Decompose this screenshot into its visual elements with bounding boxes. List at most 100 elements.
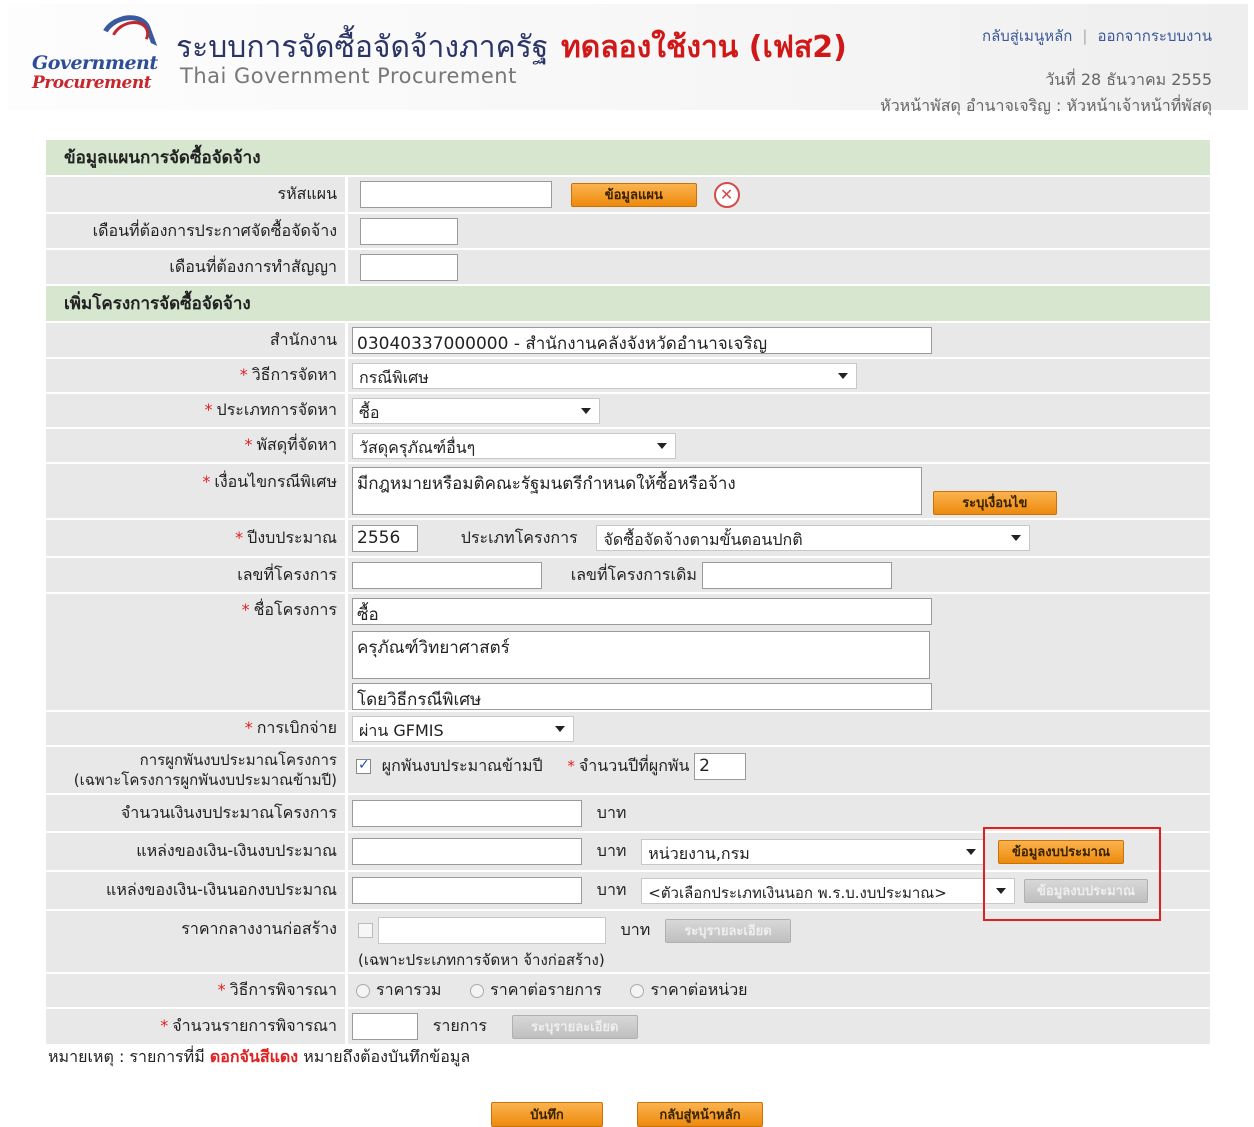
project-name-line1-input[interactable]: ซื้อ — [352, 598, 932, 625]
contract-month-label: เดือนที่ต้องการทำสัญญา — [46, 250, 348, 286]
chevron-down-icon — [581, 407, 591, 414]
project-number-label: เลขที่โครงการ — [46, 558, 348, 594]
consider-detail-button[interactable]: ระบุรายละเอียด — [511, 1014, 638, 1039]
consider-per-unit-radio[interactable] — [630, 983, 645, 998]
binding-years-input[interactable]: 2 — [694, 753, 747, 780]
app-title-english: Thai Government Procurement — [180, 64, 517, 88]
required-asterisk: * — [160, 1016, 169, 1035]
consider-per-item-label: ราคาต่อรายการ — [490, 980, 602, 999]
source-budget-select[interactable]: หน่วยงาน,กรม — [641, 838, 986, 865]
page-header: Government Procurement ระบบการจัดซื้อจัด… — [8, 4, 1248, 115]
construction-hint: (เฉพาะประเภทการจัดหา จ้างก่อสร้าง) — [358, 951, 605, 969]
baht-unit: บาท — [596, 802, 627, 822]
source-budget-label: แหล่งของเงิน-เงินงบประมาณ — [46, 833, 348, 872]
contract-month-input[interactable] — [360, 253, 458, 281]
required-asterisk: * — [241, 600, 250, 619]
old-project-number-label: เลขที่โครงการเดิม — [570, 564, 697, 584]
required-asterisk: * — [244, 435, 253, 454]
required-asterisk: * — [244, 718, 253, 737]
x-circle-icon[interactable]: ✕ — [713, 181, 740, 208]
consider-count-label: * จำนวนรายการพิจารณา — [46, 1009, 348, 1046]
consider-per-unit-label: ราคาต่อหน่วย — [650, 980, 748, 999]
consider-total-label: ราคารวม — [376, 980, 442, 999]
project-type-label: ประเภทโครงการ — [460, 527, 578, 547]
consider-method-label: * วิธีการพิจารณา — [46, 974, 348, 1009]
special-condition-label: * เงื่อนไขกรณีพิเศษ — [46, 464, 348, 520]
office-input[interactable]: 03040337000000 - สำนักงานคลังจังหวัดอำนา… — [352, 326, 932, 354]
required-asterisk: * — [239, 365, 248, 384]
project-number-input[interactable] — [352, 561, 542, 589]
binding-checkbox[interactable] — [356, 757, 371, 774]
plan-code-label: รหัสแผน — [46, 177, 348, 214]
chevron-down-icon — [657, 442, 667, 449]
construction-detail-button[interactable]: ระบุรายละเอียด — [665, 918, 792, 943]
top-links: กลับสู่เมนูหลัก | ออกจากระบบงาน — [982, 24, 1212, 48]
required-asterisk: * — [217, 980, 226, 999]
supplies-label: * พัสดุที่จัดหา — [46, 429, 348, 464]
method-select[interactable]: กรณีพิเศษ — [352, 362, 857, 389]
construction-checkbox[interactable] — [358, 923, 373, 938]
chevron-down-icon — [966, 848, 977, 855]
disbursement-select[interactable]: ผ่าน GFMIS — [352, 715, 574, 742]
procurement-type-label: * ประเภทการจัดหา — [46, 394, 348, 429]
announce-month-label: เดือนที่ต้องการประกาศจัดซื้อจัดจ้าง — [46, 214, 348, 250]
method-label: * วิธีการจัดหา — [46, 359, 348, 394]
baht-unit: บาท — [596, 841, 627, 860]
logo-text-procurement: Procurement — [32, 73, 152, 93]
required-asterisk: * — [202, 472, 211, 491]
budget-amount-label: จำนวนเงินงบประมาณโครงการ — [46, 795, 348, 833]
specify-condition-button[interactable]: ระบุเงื่อนไข — [932, 491, 1057, 515]
source-nonbudget-select[interactable]: <ตัวเลือกประเภทเงินนอก พ.ร.บ.งบประมาณ> — [641, 877, 1016, 904]
supplies-select[interactable]: วัสดุครุภัณฑ์อื่นๆ — [352, 432, 676, 459]
baht-unit: บาท — [596, 880, 627, 899]
source-nonbudget-input[interactable] — [352, 877, 582, 904]
section-project-title: เพิ่มโครงการจัดซื้อจัดจ้าง — [46, 286, 1210, 323]
binding-years-label: จำนวนปีที่ผูกพัน — [578, 756, 690, 775]
announce-month-input[interactable] — [360, 217, 458, 245]
old-project-number-input[interactable] — [701, 561, 892, 589]
budget-binding-label: การผูกพันงบประมาณโครงการ (เฉพาะโครงการผูก… — [46, 747, 348, 795]
logo-text-government: Government — [32, 52, 158, 74]
source-nonbudget-label: แหล่งของเงิน-เงินนอกงบประมาณ — [46, 872, 348, 911]
link-separator: | — [1082, 27, 1088, 45]
back-to-main-menu-link[interactable]: กลับสู่เมนูหลัก — [982, 27, 1072, 45]
disbursement-label: * การเบิกจ่าย — [46, 712, 348, 747]
gprocurement-logo: Government Procurement — [30, 8, 160, 94]
budget-year-label: * ปีงบประมาณ — [46, 520, 348, 558]
items-unit: รายการ — [432, 1016, 487, 1035]
consider-per-item-radio[interactable] — [470, 983, 485, 998]
special-condition-textarea[interactable]: มีกฎหมายหรือมติคณะรัฐมนตรีกำหนดให้ซื้อหร… — [352, 467, 922, 515]
logout-link[interactable]: ออกจากระบบงาน — [1097, 27, 1212, 45]
construction-price-label: ราคากลางงานก่อสร้าง — [46, 911, 348, 974]
source-budget-input[interactable] — [352, 838, 582, 865]
consider-count-input[interactable] — [352, 1013, 418, 1040]
annotation-highlight-box — [983, 827, 1161, 921]
project-name-line3-input[interactable]: โดยวิธีกรณีพิเศษ — [352, 683, 932, 710]
trial-phase-label: ทดลองใช้งาน (เฟส2) — [561, 30, 847, 65]
required-note: หมายเหตุ : รายการที่มี ดอกจันสีแดง หมายถ… — [48, 1047, 471, 1066]
plan-info-button[interactable]: ข้อมูลแผน — [570, 182, 697, 207]
procurement-type-select[interactable]: ซื้อ — [352, 397, 600, 424]
binding-checkbox-label: ผูกพันงบประมาณข้ามปี — [381, 756, 543, 775]
required-asterisk: * — [235, 527, 244, 547]
baht-unit: บาท — [620, 920, 651, 939]
project-name-line2-textarea[interactable]: ครุภัณฑ์วิทยาศาสตร์ — [352, 631, 930, 679]
chevron-down-icon — [555, 725, 565, 732]
required-asterisk: * — [567, 757, 575, 775]
chevron-down-icon — [1011, 535, 1022, 541]
project-type-select[interactable]: จัดซื้อจัดจ้างตามขั้นตอนปกติ — [596, 525, 1031, 551]
current-date: วันที่ 28 ธันวาคม 2555 — [1045, 70, 1212, 89]
budget-year-input[interactable]: 2556 — [352, 524, 418, 552]
office-label: สำนักงาน — [46, 323, 348, 359]
project-name-label: * ชื่อโครงการ — [46, 594, 348, 712]
budget-amount-input[interactable] — [352, 799, 582, 827]
save-button[interactable]: บันทึก — [491, 1102, 603, 1127]
construction-price-input[interactable] — [377, 917, 606, 944]
required-asterisk: * — [204, 400, 213, 419]
consider-total-radio[interactable] — [356, 983, 370, 998]
chevron-down-icon — [838, 372, 848, 379]
back-to-main-button[interactable]: กลับสู่หน้าหลัก — [637, 1102, 763, 1127]
plan-code-input[interactable] — [360, 181, 552, 208]
user-role: หัวหน้าพัสดุ อำนาจเจริญ : หัวหน้าเจ้าหน้… — [880, 96, 1212, 115]
section-plan-title: ข้อมูลแผนการจัดซื้อจัดจ้าง — [46, 140, 1210, 177]
